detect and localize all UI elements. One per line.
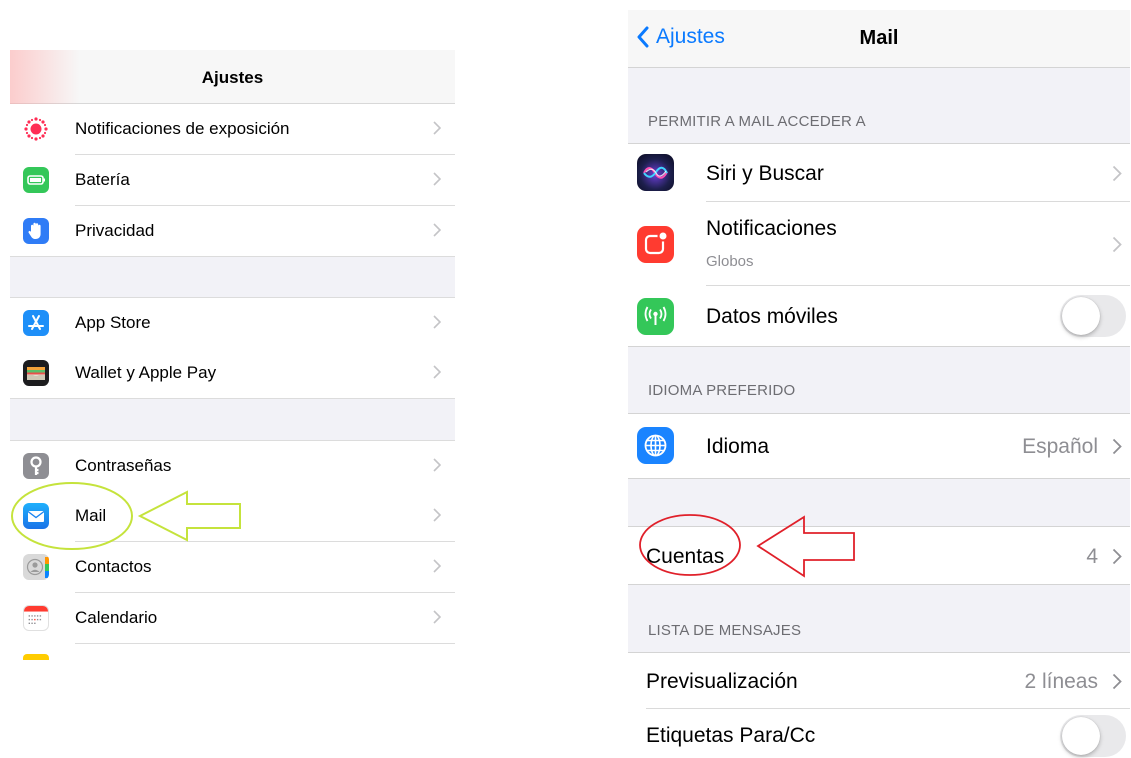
- chevron-right-icon: [433, 610, 441, 624]
- settings-item-wallet[interactable]: Wallet y Apple Pay: [10, 348, 455, 399]
- toggle-knob: [1062, 717, 1100, 755]
- settings-header: Ajustes: [10, 50, 455, 104]
- chevron-right-icon: [1112, 673, 1122, 690]
- privacy-hand-icon: [23, 218, 49, 244]
- calendar-icon: [23, 605, 49, 631]
- settings-item-exposure[interactable]: Notificaciones de exposición: [10, 104, 455, 155]
- siri-search-row[interactable]: Siri y Buscar: [628, 144, 1130, 202]
- key-icon: [23, 453, 49, 479]
- settings-item-calendar[interactable]: Calendario: [10, 593, 455, 644]
- mail-settings-panel: Ajustes Mail PERMITIR A MAIL ACCEDER A S…: [628, 10, 1130, 758]
- settings-panel: Ajustes Notificaciones de exposición Bat…: [10, 50, 455, 660]
- cellular-data-label: Datos móviles: [706, 305, 838, 328]
- preview-row[interactable]: Previsualización 2 líneas: [628, 653, 1130, 709]
- chevron-right-icon: [433, 121, 441, 135]
- settings-item-label: Contactos: [75, 557, 152, 576]
- cellular-data-toggle[interactable]: [1060, 295, 1126, 337]
- settings-item-label: Mail: [75, 506, 107, 525]
- to-cc-labels-label: Etiquetas Para/Cc: [646, 724, 816, 747]
- language-row[interactable]: Idioma Español: [628, 414, 1130, 478]
- cellular-antenna-icon: [637, 298, 674, 335]
- settings-item-partial: [10, 644, 455, 660]
- preview-value: 2 líneas: [1024, 670, 1098, 693]
- siri-icon: [637, 154, 674, 191]
- settings-item-passwords[interactable]: Contraseñas: [10, 440, 455, 492]
- accounts-row[interactable]: Cuentas 4: [628, 527, 1130, 584]
- language-label: Idioma: [706, 435, 770, 458]
- notifications-row[interactable]: Notificaciones Globos: [628, 202, 1130, 286]
- globe-icon: [637, 427, 674, 464]
- settings-item-label: App Store: [75, 313, 151, 332]
- settings-item-label: Privacidad: [75, 221, 155, 240]
- chevron-right-icon: [1112, 236, 1122, 253]
- section-border: [628, 346, 1130, 347]
- chevron-right-icon: [433, 508, 441, 522]
- chevron-right-icon: [433, 172, 441, 186]
- contacts-icon: [23, 554, 49, 580]
- chevron-right-icon: [433, 315, 441, 329]
- notes-icon: [23, 654, 49, 660]
- notifications-icon: [637, 226, 674, 263]
- page-title: Ajustes: [201, 68, 264, 87]
- exposure-notifications-icon: [23, 116, 49, 142]
- to-cc-labels-row: Etiquetas Para/Cc: [628, 709, 1130, 758]
- settings-item-label: Notificaciones de exposición: [75, 119, 290, 138]
- section-header-access: PERMITIR A MAIL ACCEDER A: [648, 113, 866, 130]
- notifications-sublabel: Globos: [706, 253, 754, 270]
- toggle-knob: [1062, 297, 1100, 335]
- preview-label: Previsualización: [646, 670, 798, 693]
- settings-item-battery[interactable]: Batería: [10, 155, 455, 206]
- section-header-language: IDIOMA PREFERIDO: [648, 382, 796, 399]
- wallet-icon: [23, 360, 49, 386]
- language-value: Español: [1022, 435, 1098, 458]
- chevron-right-icon: [433, 365, 441, 379]
- settings-item-mail[interactable]: Mail: [10, 491, 455, 542]
- settings-item-label: Batería: [75, 170, 130, 189]
- row-separator: [10, 398, 455, 399]
- settings-item-label: Calendario: [75, 608, 158, 627]
- page-title: Mail: [859, 27, 899, 49]
- settings-item-app-store[interactable]: App Store: [10, 297, 455, 349]
- row-separator: [10, 256, 455, 257]
- to-cc-labels-toggle[interactable]: [1060, 715, 1126, 757]
- chevron-right-icon: [433, 458, 441, 472]
- accounts-count: 4: [1086, 545, 1098, 568]
- cellular-data-row: Datos móviles: [628, 286, 1130, 346]
- chevron-right-icon: [1112, 438, 1122, 455]
- battery-icon: [23, 167, 49, 193]
- app-store-icon: [23, 310, 49, 336]
- notifications-label: Notificaciones: [706, 217, 837, 240]
- chevron-right-icon: [1112, 165, 1122, 182]
- chevron-right-icon: [1112, 548, 1122, 565]
- chevron-right-icon: [433, 223, 441, 237]
- settings-item-label: Contraseñas: [75, 456, 172, 475]
- siri-label: Siri y Buscar: [706, 162, 824, 185]
- accounts-label: Cuentas: [646, 545, 725, 568]
- settings-item-label: Wallet y Apple Pay: [75, 363, 217, 382]
- section-header-messages: LISTA DE MENSAJES: [648, 622, 802, 639]
- settings-item-contacts[interactable]: Contactos: [10, 542, 455, 593]
- settings-item-privacy[interactable]: Privacidad: [10, 206, 455, 257]
- chevron-right-icon: [433, 559, 441, 573]
- section-border: [628, 584, 1130, 585]
- mail-icon: [23, 503, 49, 529]
- section-border: [628, 478, 1130, 479]
- nav-bar: Ajustes Mail: [628, 10, 1130, 68]
